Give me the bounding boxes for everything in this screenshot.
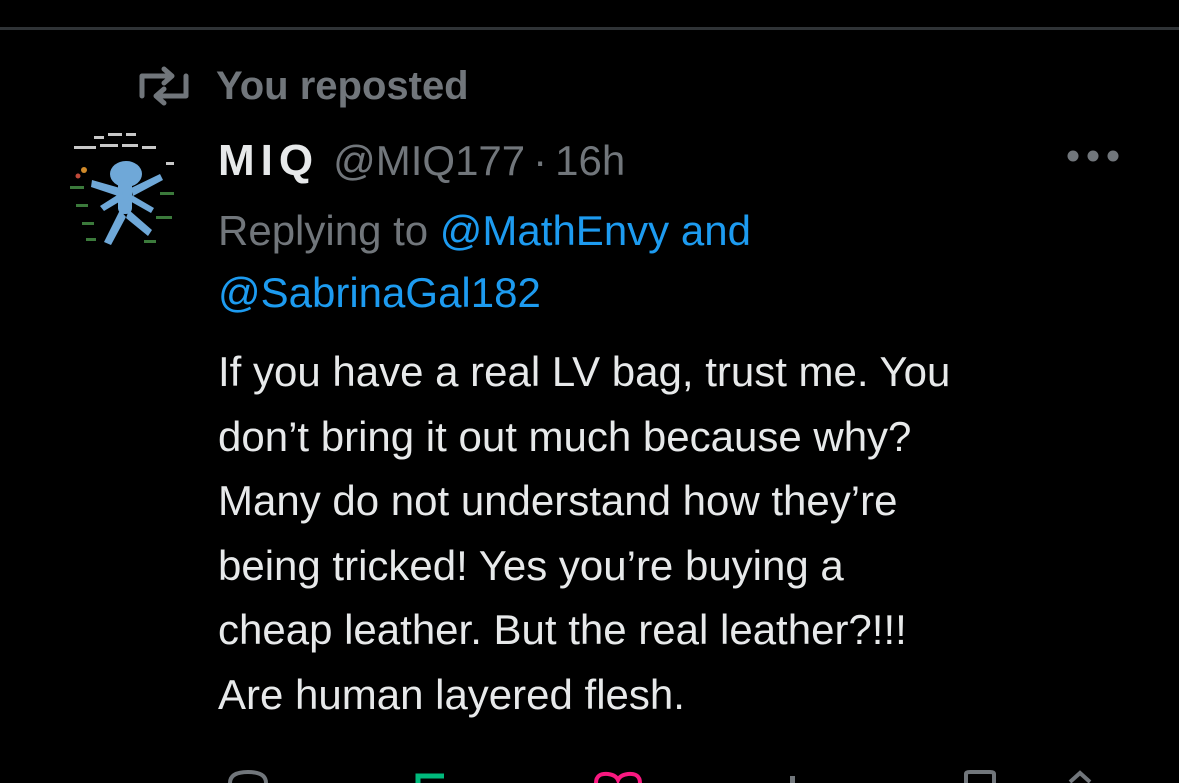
tweet-text-line: If you have a real LV bag, trust me. You [218, 348, 951, 395]
tweet-header: MIQ @MIQ177 · 16h [218, 133, 625, 189]
reply-icon [228, 770, 268, 783]
repost-indicator: You reposted [136, 62, 469, 110]
mention-link[interactable]: @MathEnvy [440, 207, 669, 254]
share-icon [1068, 770, 1092, 783]
timestamp[interactable]: 16h [555, 137, 625, 185]
tweet-text-line: Many do not understand how they’re [218, 477, 898, 524]
replying-conjunction: and [680, 207, 751, 254]
like-icon [594, 771, 642, 783]
tweet-text-line: don’t bring it out much because why? [218, 412, 912, 460]
tweet-text: If you have a real LV bag, trust me. You… [218, 340, 1148, 727]
views-icon [790, 776, 795, 783]
display-name[interactable]: MIQ [218, 136, 319, 186]
bookmark-icon [964, 770, 996, 783]
separator-dot: · [533, 137, 548, 184]
tweet-text-line: being tricked! Yes you’re buying a [218, 541, 844, 589]
tweet-text-line: cheap leather. But the real leather?!!! [218, 606, 907, 653]
action-bar [218, 770, 1118, 783]
repost-label: You reposted [216, 63, 469, 108]
more-dots-icon[interactable] [1064, 146, 1122, 166]
tweet-text-line: Are human layered flesh. [218, 670, 685, 718]
avatar-illustration-icon [70, 133, 174, 245]
replying-prefix: Replying to [218, 207, 429, 254]
repost-action-icon [415, 773, 444, 783]
mention-link[interactable]: @SabrinaGal182 [218, 269, 541, 316]
user-handle[interactable]: @MIQ177 [333, 137, 525, 185]
replying-to: Replying to @MathEnvy and @SabrinaGal182 [218, 200, 1118, 324]
avatar[interactable] [56, 122, 190, 256]
top-divider [0, 27, 1179, 30]
repost-icon [139, 66, 189, 106]
